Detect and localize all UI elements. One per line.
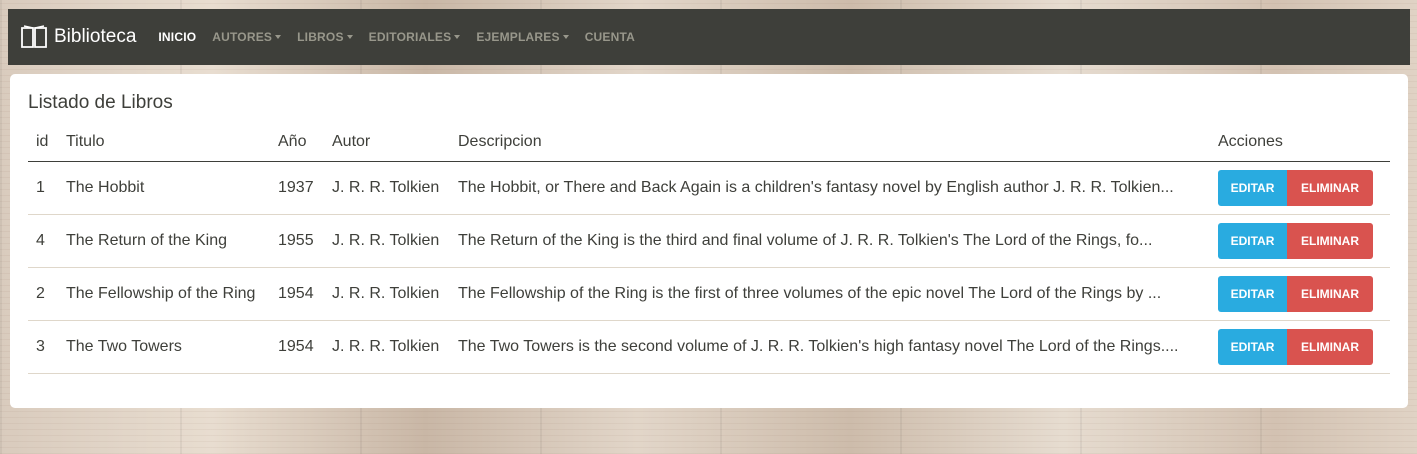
- edit-button[interactable]: EDITAR: [1218, 170, 1287, 206]
- cell-acciones: EDITAR ELIMINAR: [1210, 214, 1390, 268]
- cell-id: 3: [28, 320, 58, 374]
- cell-titulo: The Two Towers: [58, 320, 270, 374]
- table-row: 2 The Fellowship of the Ring 1954 J. R. R. …: [28, 267, 1390, 321]
- nav-item-libros[interactable]: LIBROS: [297, 30, 353, 44]
- cell-anio: 1954: [270, 320, 324, 374]
- nav-item-label: INICIO: [158, 30, 197, 44]
- brand-title: Biblioteca: [54, 26, 137, 47]
- cell-anio: 1954: [270, 267, 324, 321]
- delete-button[interactable]: ELIMINAR: [1287, 170, 1373, 206]
- cell-anio: 1955: [270, 214, 324, 268]
- caret-down-icon: [346, 35, 353, 39]
- cell-id: 1: [28, 161, 58, 215]
- nav-item-label: EDITORIALES: [368, 30, 452, 44]
- cell-titulo: The Fellowship of the Ring: [58, 267, 270, 321]
- edit-button[interactable]: EDITAR: [1218, 223, 1287, 259]
- cell-titulo: The Hobbit: [58, 161, 270, 215]
- cell-id: 2: [28, 267, 58, 321]
- page-title: Listado de Libros: [28, 92, 173, 113]
- table-row: 3 The Two Towers 1954 J. R. R. Tolkien The T…: [28, 320, 1390, 374]
- cell-anio: 1937: [270, 161, 324, 215]
- cell-acciones: EDITAR ELIMINAR: [1210, 161, 1390, 215]
- nav-item-inicio[interactable]: INICIO: [158, 30, 196, 44]
- edit-button[interactable]: EDITAR: [1218, 276, 1287, 312]
- cell-autor: J. R. R. Tolkien: [324, 320, 450, 374]
- book-icon: [21, 25, 47, 48]
- header-titulo: Titulo: [58, 124, 270, 162]
- nav-item-editoriales[interactable]: EDITORIALES: [369, 30, 461, 44]
- nav-menu: INICIO AUTORES LIBROS EDITORIALES EJEMPLARES…: [150, 30, 643, 44]
- nav-item-ejemplares[interactable]: EJEMPLARES: [476, 30, 569, 44]
- header-id: id: [28, 124, 58, 162]
- delete-button[interactable]: ELIMINAR: [1287, 276, 1373, 312]
- caret-down-icon: [454, 35, 461, 39]
- header-anio: Año: [270, 124, 324, 162]
- navbar: Biblioteca INICIO AUTORES LIBROS EDITORIALE…: [8, 9, 1410, 65]
- cell-acciones: EDITAR ELIMINAR: [1210, 267, 1390, 321]
- caret-down-icon: [562, 35, 569, 39]
- cell-descripcion: The Two Towers is the second volume of J…: [450, 320, 1210, 374]
- cell-descripcion: The Return of the King is the third and …: [450, 214, 1210, 268]
- nav-item-cuenta[interactable]: CUENTA: [585, 30, 635, 44]
- cell-autor: J. R. R. Tolkien: [324, 214, 450, 268]
- header-descripcion: Descripcion: [450, 124, 1210, 162]
- books-table: id Titulo Año Autor Descripcion Acciones…: [28, 124, 1390, 374]
- nav-item-label: CUENTA: [584, 30, 635, 44]
- cell-acciones: EDITAR ELIMINAR: [1210, 320, 1390, 374]
- cell-autor: J. R. R. Tolkien: [324, 267, 450, 321]
- delete-button[interactable]: ELIMINAR: [1287, 223, 1373, 259]
- header-acciones: Acciones: [1210, 124, 1390, 162]
- table-row: 1 The Hobbit 1937 J. R. R. Tolkien The Hobbi…: [28, 161, 1390, 215]
- cell-titulo: The Return of the King: [58, 214, 270, 268]
- edit-button[interactable]: EDITAR: [1218, 329, 1287, 365]
- cell-id: 4: [28, 214, 58, 268]
- table-body: 1 The Hobbit 1937 J. R. R. Tolkien The Hobbi…: [28, 161, 1390, 374]
- brand-link[interactable]: Biblioteca: [20, 24, 136, 50]
- nav-item-label: LIBROS: [297, 30, 344, 44]
- nav-item-autores[interactable]: AUTORES: [212, 30, 282, 44]
- table-header-row: id Titulo Año Autor Descripcion Acciones: [28, 124, 1390, 162]
- table-row: 4 The Return of the King 1955 J. R. R. Tolk…: [28, 214, 1390, 268]
- cell-descripcion: The Hobbit, or There and Back Again is a…: [450, 161, 1210, 215]
- cell-descripcion: The Fellowship of the Ring is the first …: [450, 267, 1210, 321]
- delete-button[interactable]: ELIMINAR: [1287, 329, 1373, 365]
- header-autor: Autor: [324, 124, 450, 162]
- caret-down-icon: [275, 35, 282, 39]
- nav-item-label: AUTORES: [212, 30, 273, 44]
- books-card: Listado de Libros id Titulo Año Autor De…: [10, 74, 1408, 408]
- cell-autor: J. R. R. Tolkien: [324, 161, 450, 215]
- nav-item-label: EJEMPLARES: [476, 30, 560, 44]
